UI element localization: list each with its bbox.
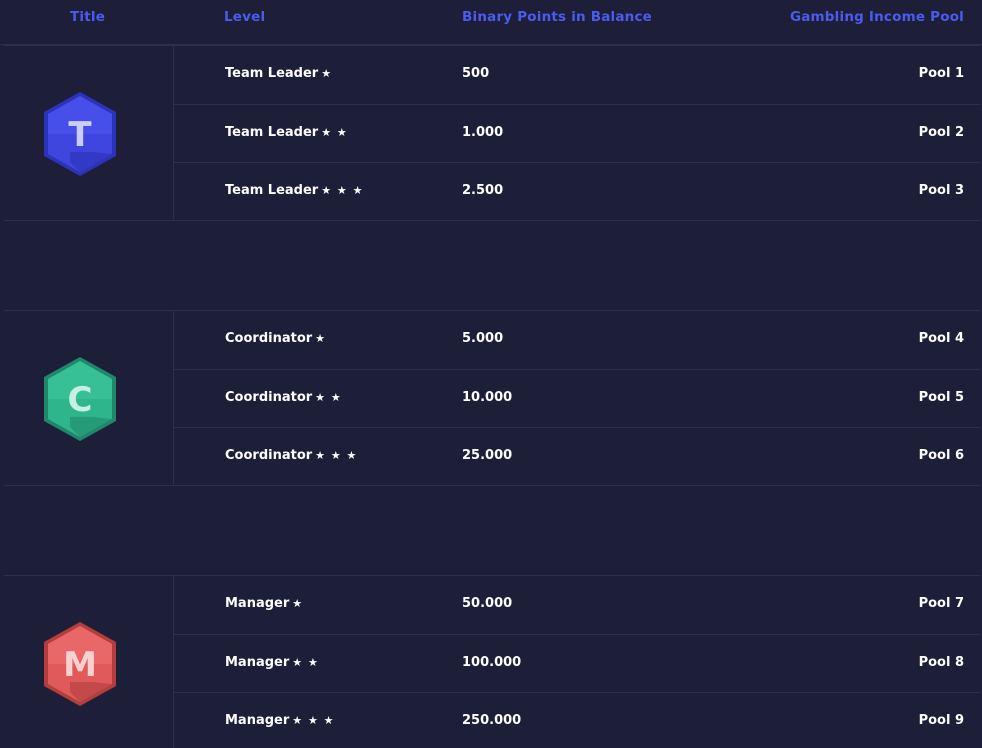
pool-cell: Pool 2 (918, 125, 964, 140)
points-cell: 2.500 (462, 183, 504, 198)
table-row: Manager ★ ★ ★ 250.000 Pool 9 (174, 692, 980, 748)
header-income-pool: Gambling Income Pool (789, 9, 964, 25)
level-cell: Team Leader ★ ★ (225, 125, 348, 140)
level-cell: Manager ★ (225, 596, 304, 611)
header-binary-points: Binary Points in Balance (462, 9, 653, 25)
level-cell: Coordinator ★ ★ (225, 390, 342, 405)
pool-cell: Pool 5 (918, 390, 964, 405)
points-cell: 25.000 (462, 448, 513, 463)
table-row: Coordinator ★ 5.000 Pool 4 (174, 311, 980, 369)
manager-badge-icon: M (44, 622, 116, 706)
star-icon: ★ (321, 67, 333, 80)
rank-group-manager: M Manager ★ 50.000 Pool 7 Manager ★ ★ 100.… (4, 575, 980, 748)
pool-cell: Pool 7 (918, 596, 964, 611)
table-header: Title Level Binary Points in Balance Gam… (0, 0, 982, 45)
coordinator-badge-icon: C (44, 357, 116, 441)
star-icon: ★ ★ ★ (321, 184, 364, 197)
points-cell: 250.000 (462, 713, 522, 728)
level-cell: Team Leader ★ (225, 66, 333, 81)
table-row: Manager ★ ★ 100.000 Pool 8 (174, 634, 980, 693)
star-icon: ★ ★ (321, 126, 348, 139)
pool-cell: Pool 8 (918, 655, 964, 670)
level-cell: Manager ★ ★ (225, 655, 319, 670)
pool-cell: Pool 3 (918, 183, 964, 198)
rank-badge-cell: T (4, 46, 174, 220)
pool-cell: Pool 9 (918, 713, 964, 728)
table-row: Coordinator ★ ★ 10.000 Pool 5 (174, 369, 980, 428)
star-icon: ★ ★ (315, 391, 342, 404)
level-cell: Manager ★ ★ ★ (225, 713, 335, 728)
points-cell: 1.000 (462, 125, 504, 140)
pool-cell: Pool 4 (918, 331, 964, 346)
star-icon: ★ (292, 597, 304, 610)
points-cell: 100.000 (462, 655, 522, 670)
points-cell: 500 (462, 66, 490, 81)
rank-group-team-leader: T Team Leader ★ 500 Pool 1 Team Leader ★ ★… (4, 45, 980, 221)
table-row: Team Leader ★ 500 Pool 1 (174, 46, 980, 104)
svg-text:T: T (68, 115, 92, 155)
rank-group-coordinator: C Coordinator ★ 5.000 Pool 4 Coordinator ★… (4, 310, 980, 486)
level-cell: Team Leader ★ ★ ★ (225, 183, 364, 198)
points-cell: 10.000 (462, 390, 513, 405)
level-cell: Coordinator ★ (225, 331, 327, 346)
star-icon: ★ (315, 332, 327, 345)
table-row: Coordinator ★ ★ ★ 25.000 Pool 6 (174, 427, 980, 486)
star-icon: ★ ★ ★ (292, 714, 335, 727)
table-row: Team Leader ★ ★ ★ 2.500 Pool 3 (174, 162, 980, 221)
team-leader-badge-icon: T (44, 92, 116, 176)
points-cell: 5.000 (462, 331, 504, 346)
table-row: Team Leader ★ ★ 1.000 Pool 2 (174, 104, 980, 163)
star-icon: ★ ★ (292, 656, 319, 669)
level-cell: Coordinator ★ ★ ★ (225, 448, 358, 463)
header-level: Level (224, 9, 266, 25)
points-cell: 50.000 (462, 596, 513, 611)
svg-text:M: M (63, 645, 97, 685)
rank-badge-cell: C (4, 311, 174, 485)
table-row: Manager ★ 50.000 Pool 7 (174, 576, 980, 634)
pool-cell: Pool 1 (918, 66, 964, 81)
rank-table: Title Level Binary Points in Balance Gam… (0, 0, 982, 748)
svg-text:C: C (68, 380, 93, 420)
header-title: Title (70, 9, 106, 25)
star-icon: ★ ★ ★ (315, 449, 358, 462)
rank-badge-cell: M (4, 576, 174, 748)
pool-cell: Pool 6 (918, 448, 964, 463)
